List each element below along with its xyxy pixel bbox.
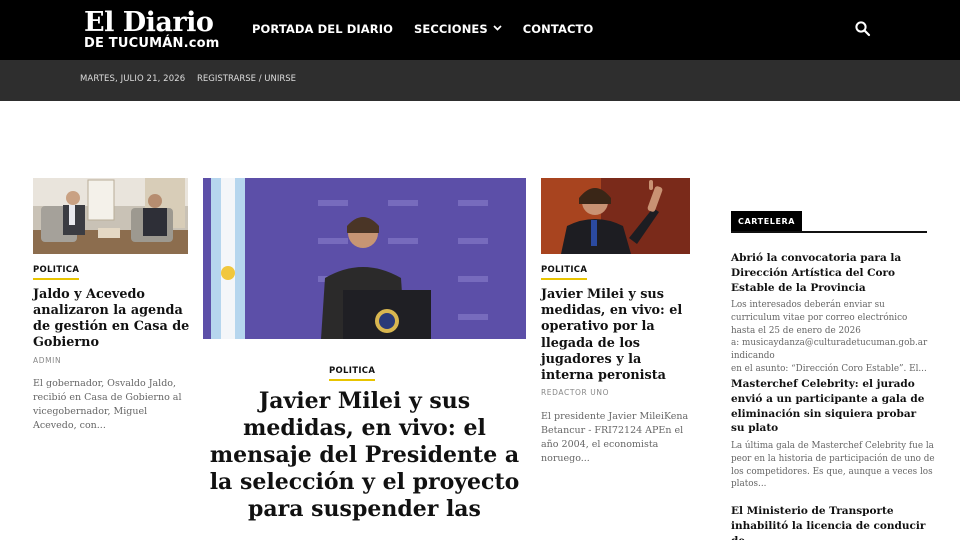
logo-main-text: El Diario	[84, 7, 214, 38]
nav-secciones-label: SECCIONES	[414, 22, 488, 36]
cartelera-item-title[interactable]: Masterchef Celebrity: el jurado envió a …	[731, 377, 927, 436]
right-article-author[interactable]: REDACTOR UNO	[541, 388, 609, 397]
left-article-category[interactable]: POLITICA	[33, 265, 80, 280]
cartelera-divider	[731, 231, 927, 233]
cartelera-item-excerpt: Los interesados deberán enviar su curric…	[731, 300, 928, 374]
cartelera-item-title[interactable]: Abrió la convocatoria para la Dirección …	[731, 251, 927, 295]
site-logo[interactable]: El Diario DE TUCUMÁN.com	[84, 8, 220, 50]
register-login-link[interactable]: REGISTRARSE / UNIRSE	[197, 74, 296, 84]
left-article-title[interactable]: Jaldo y Acevedo analizaron la agenda de …	[33, 287, 191, 351]
nav-secciones[interactable]: SECCIONES	[414, 22, 502, 36]
cartelera-heading: CARTELERA	[731, 211, 803, 231]
current-date: MARTES, JULIO 21, 2026	[80, 74, 186, 84]
nav-portada-label: PORTADA DEL DIARIO	[252, 22, 394, 36]
right-article-excerpt: El presidente Javier MileiKena Betancur …	[541, 411, 689, 464]
chevron-down-icon	[493, 24, 502, 34]
site-header: El Diario DE TUCUMÁN.com PORTADA DEL DIA…	[0, 0, 960, 60]
left-article-excerpt: El gobernador, Osvaldo Jaldo, recibió en…	[33, 378, 182, 431]
left-article-author[interactable]: ADMIN	[33, 356, 61, 365]
nav-contacto-label: CONTACTO	[522, 22, 594, 36]
search-icon[interactable]	[854, 20, 872, 38]
right-article-title[interactable]: Javier Milei y sus medidas, en vivo: el …	[541, 287, 693, 384]
center-article-title[interactable]: Javier Milei y sus medidas, en vivo: el …	[203, 388, 526, 523]
right-article-category[interactable]: POLITICA	[541, 265, 588, 280]
right-article-image[interactable]	[541, 178, 690, 254]
nav-portada[interactable]: PORTADA DEL DIARIO	[252, 22, 393, 36]
main-nav: PORTADA DEL DIARIO SECCIONES CONTACTO	[252, 22, 593, 36]
left-article-image[interactable]	[33, 178, 188, 254]
top-subbar: MARTES, JULIO 21, 2026 REGISTRARSE / UNI…	[0, 60, 960, 101]
center-article-image[interactable]	[203, 178, 526, 339]
logo-sub-text: DE TUCUMÁN.com	[84, 36, 220, 51]
cartelera-item-title[interactable]: El Ministerio de Transporte inhabilitó l…	[731, 504, 927, 540]
nav-contacto[interactable]: CONTACTO	[523, 22, 594, 36]
cartelera-item-excerpt: La última gala de Masterchef Celebrity f…	[731, 441, 935, 490]
center-article-category[interactable]: POLITICA	[329, 366, 376, 381]
